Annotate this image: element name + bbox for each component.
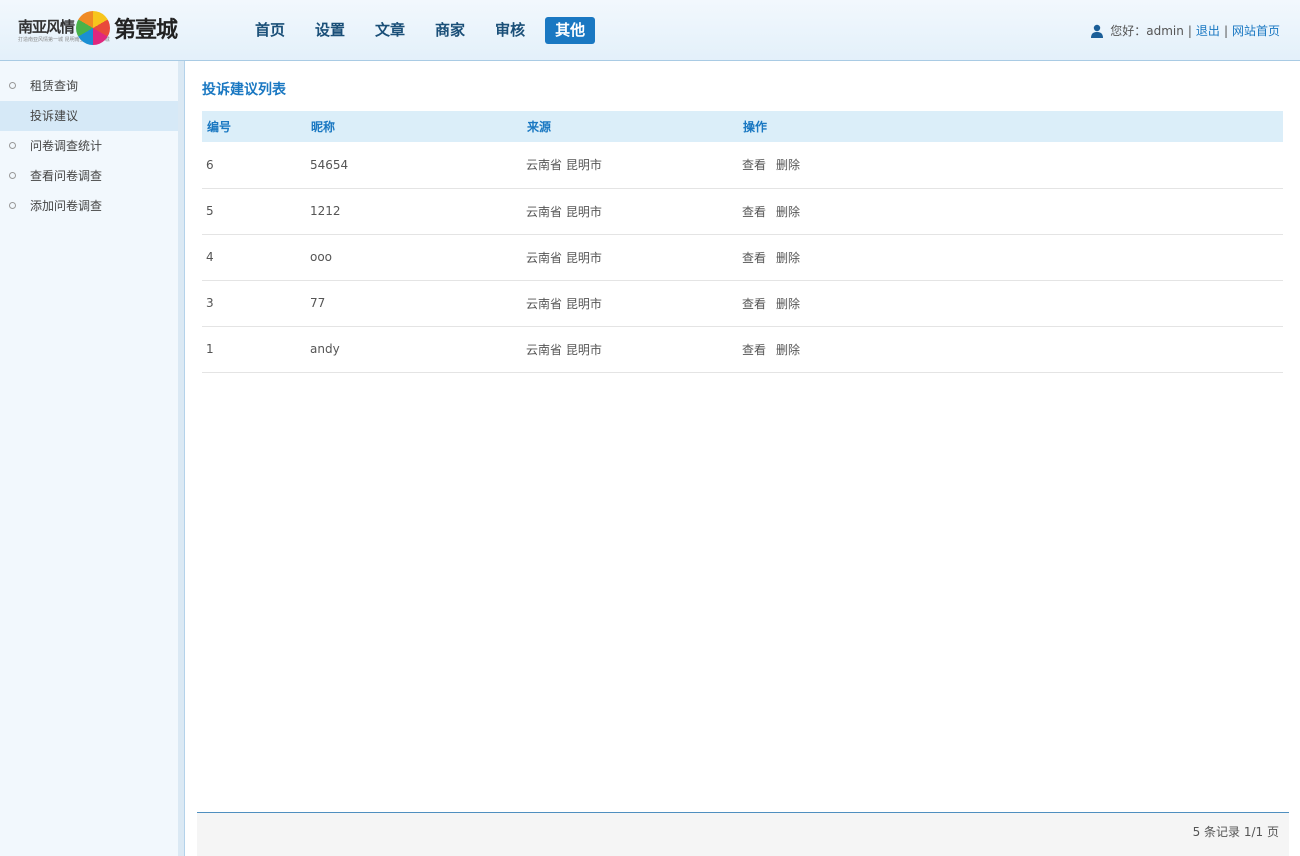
complaints-table: 编号 昵称 来源 操作 6 54654 云南省 昆明市 查看 删除 5 1212 … <box>202 111 1283 373</box>
bullet-icon <box>9 142 16 149</box>
nav-merchants[interactable]: 商家 <box>425 17 475 44</box>
sidebar-item-add-survey[interactable]: 添加问卷调查 <box>0 191 178 221</box>
cell-nickname: 77 <box>306 280 522 327</box>
cell-id: 6 <box>202 142 306 189</box>
table-row: 4 ooo 云南省 昆明市 查看 删除 <box>202 234 1283 281</box>
delete-link[interactable]: 删除 <box>776 205 800 219</box>
main-nav: 首页 设置 文章 商家 审核 其他 <box>245 17 605 44</box>
cell-nickname: 1212 <box>306 188 522 235</box>
cell-actions: 查看 删除 <box>738 326 1283 373</box>
cell-id: 1 <box>202 326 306 373</box>
cell-nickname: 54654 <box>306 142 522 189</box>
sidebar-item-rental-query[interactable]: 租赁查询 <box>0 71 178 101</box>
cell-actions: 查看 删除 <box>738 234 1283 281</box>
sidebar: 租赁查询 投诉建议 问卷调查统计 查看问卷调查 添加问卷调查 <box>0 61 186 856</box>
cell-source: 云南省 昆明市 <box>522 234 738 281</box>
user-greeting: 您好：admin <box>1110 24 1184 38</box>
nav-home[interactable]: 首页 <box>245 17 295 44</box>
sidebar-item-view-survey[interactable]: 查看问卷调查 <box>0 161 178 191</box>
view-link[interactable]: 查看 <box>742 251 766 265</box>
sidebar-item-label: 问卷调查统计 <box>30 139 103 153</box>
table-header-row: 编号 昵称 来源 操作 <box>202 111 1283 142</box>
cell-nickname: andy <box>306 326 522 373</box>
separator: | <box>1187 23 1192 38</box>
delete-link[interactable]: 删除 <box>776 158 800 172</box>
sidebar-item-survey-stats[interactable]: 问卷调查统计 <box>0 131 178 161</box>
delete-link[interactable]: 删除 <box>776 251 800 265</box>
logo-emblem-icon <box>76 11 110 45</box>
view-link[interactable]: 查看 <box>742 343 766 357</box>
logo-text-right: 第壹城 <box>114 17 178 43</box>
sidebar-divider[interactable] <box>178 61 185 856</box>
nav-review[interactable]: 审核 <box>485 17 535 44</box>
column-header-nickname: 昵称 <box>306 111 522 142</box>
cell-id: 3 <box>202 280 306 327</box>
column-header-source: 来源 <box>522 111 738 142</box>
cell-actions: 查看 删除 <box>738 188 1283 235</box>
delete-link[interactable]: 删除 <box>776 297 800 311</box>
bullet-icon <box>9 202 16 209</box>
sidebar-menu: 租赁查询 投诉建议 问卷调查统计 查看问卷调查 添加问卷调查 <box>0 61 186 221</box>
view-link[interactable]: 查看 <box>742 205 766 219</box>
cell-actions: 查看 删除 <box>738 142 1283 189</box>
column-header-actions: 操作 <box>738 111 1283 142</box>
nav-other[interactable]: 其他 <box>545 17 596 44</box>
sidebar-item-label: 租赁查询 <box>30 79 79 93</box>
page-title: 投诉建议列表 <box>202 82 286 98</box>
view-link[interactable]: 查看 <box>742 297 766 311</box>
delete-link[interactable]: 删除 <box>776 343 800 357</box>
separator: | <box>1223 23 1228 38</box>
pagination-summary: 5 条记录 1/1 页 <box>1192 825 1279 839</box>
cell-source: 云南省 昆明市 <box>522 326 738 373</box>
sidebar-item-label: 投诉建议 <box>30 109 79 123</box>
sidebar-item-complaints[interactable]: 投诉建议 <box>0 101 186 131</box>
table-row: 1 andy 云南省 昆明市 查看 删除 <box>202 326 1283 373</box>
user-icon <box>1091 24 1104 38</box>
bullet-icon <box>9 172 16 179</box>
table-row: 6 54654 云南省 昆明市 查看 删除 <box>202 142 1283 189</box>
header: 南亚风情 打造南亚风情第一城 昆明南亚风情第一城 第壹城 首页 设置 文章 商家… <box>0 0 1300 61</box>
view-link[interactable]: 查看 <box>742 158 766 172</box>
site-home-link[interactable]: 网站首页 <box>1232 22 1280 39</box>
cell-source: 云南省 昆明市 <box>522 142 738 189</box>
sidebar-item-label: 查看问卷调查 <box>30 169 103 183</box>
sidebar-item-label: 添加问卷调查 <box>30 199 103 213</box>
pagination-bar: 5 条记录 1/1 页 <box>197 812 1289 856</box>
cell-actions: 查看 删除 <box>738 280 1283 327</box>
logo-text-left: 南亚风情 <box>18 18 75 36</box>
bullet-icon <box>9 82 16 89</box>
nav-settings[interactable]: 设置 <box>305 17 355 44</box>
cell-id: 5 <box>202 188 306 235</box>
main-content: 投诉建议列表 编号 昵称 来源 操作 6 54654 云南省 昆明市 查看 删除 … <box>202 78 1283 373</box>
table-row: 3 77 云南省 昆明市 查看 删除 <box>202 280 1283 327</box>
table-row: 5 1212 云南省 昆明市 查看 删除 <box>202 188 1283 235</box>
cell-nickname: ooo <box>306 234 522 281</box>
cell-source: 云南省 昆明市 <box>522 280 738 327</box>
nav-articles[interactable]: 文章 <box>365 17 415 44</box>
user-bar: 您好：admin | 退出 | 网站首页 <box>1090 22 1280 39</box>
cell-id: 4 <box>202 234 306 281</box>
logout-link[interactable]: 退出 <box>1196 22 1220 39</box>
column-header-id: 编号 <box>202 111 306 142</box>
cell-source: 云南省 昆明市 <box>522 188 738 235</box>
site-logo[interactable]: 南亚风情 打造南亚风情第一城 昆明南亚风情第一城 第壹城 <box>18 10 188 48</box>
